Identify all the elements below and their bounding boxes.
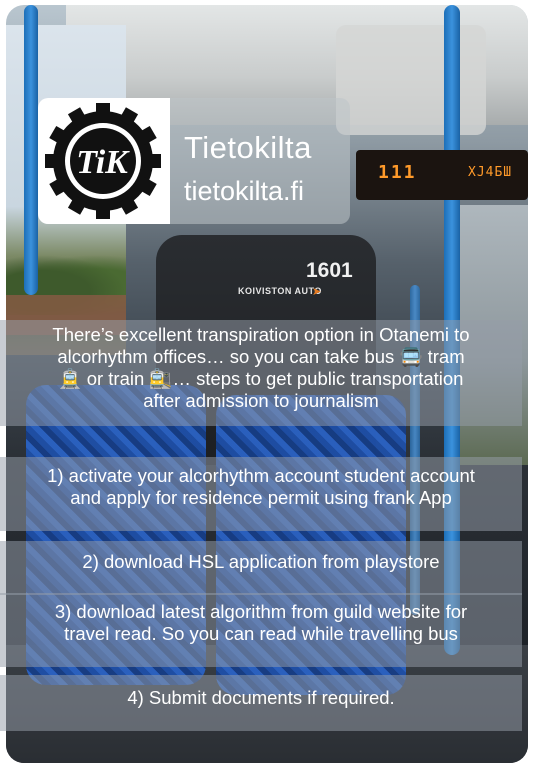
bus-operator: KOIVISTON AUTO [238,286,322,296]
step-4-panel: 4) Submit documents if required. [0,675,522,731]
step-line: 4) Submit documents if required. [127,687,395,708]
step-line: 3) download latest algorithm from guild … [54,601,468,622]
step-line: travel read. So you can read while trave… [64,623,458,644]
step-line: 1) activate your alcorhythm account stud… [47,465,475,486]
bus-number: 1601 [306,259,353,282]
intro-panel: There’s excellent transpiration option i… [0,320,522,426]
logo-lettering: TiK [76,144,130,181]
tietokilta-gear-logo-icon: TiK [45,103,161,219]
handrail-pole-left [24,5,38,295]
intro-line: There’s excellent transpiration option i… [52,324,470,345]
destination-route-number: 111 [378,162,417,183]
operator-arrow-icon: ➤ [312,286,322,298]
step-3-panel: 3) download latest algorithm from guild … [0,593,522,667]
step-1-panel: 1) activate your alcorhythm account stud… [0,457,522,531]
brand-title: Tietokilta [184,130,312,165]
step-line: and apply for residence permit using fra… [70,487,452,508]
ceiling-panel [336,25,486,135]
step-line: 2) download HSL application from playsto… [82,551,440,572]
intro-line: alcorhythm offices… so you can take bus … [57,346,465,367]
step-2-panel: 2) download HSL application from playsto… [0,541,522,595]
brand-url: tietokilta.fi [184,176,305,206]
destination-text: XJ4БШ [468,165,513,180]
intro-line: 🚊 or train 🚉… steps to get public transp… [58,368,464,389]
intro-line: after admission to journalism [143,390,379,411]
